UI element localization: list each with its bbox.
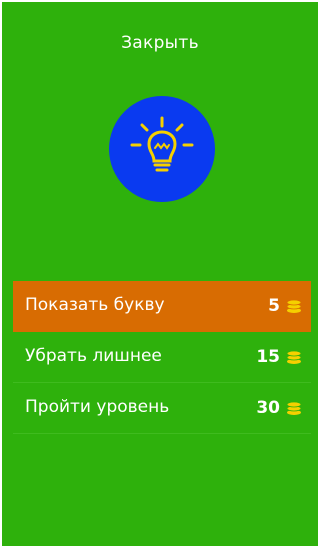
menu-item-price: 5 (268, 296, 280, 316)
menu-item-label: Пройти уровень (25, 397, 170, 417)
hints-menu: Показать букву 5 Убрать лишнее 15 Пройти… (13, 281, 311, 434)
menu-item-label: Показать букву (25, 295, 165, 315)
coins-icon (286, 299, 302, 313)
menu-item-price: 30 (256, 398, 280, 418)
menu-item-remove-extra[interactable]: Убрать лишнее 15 (13, 332, 311, 383)
coins-icon (286, 401, 302, 415)
hint-badge (109, 96, 215, 202)
close-button[interactable]: Закрыть (2, 32, 318, 54)
hints-panel: Закрыть Показать букву 5 Убрать лишнее 1… (2, 2, 318, 546)
menu-item-skip-level[interactable]: Пройти уровень 30 (13, 383, 311, 434)
menu-item-price: 15 (256, 347, 280, 367)
lightbulb-icon (130, 116, 194, 172)
menu-item-label: Убрать лишнее (25, 346, 162, 366)
menu-item-show-letter[interactable]: Показать букву 5 (13, 281, 311, 332)
coins-icon (286, 350, 302, 364)
